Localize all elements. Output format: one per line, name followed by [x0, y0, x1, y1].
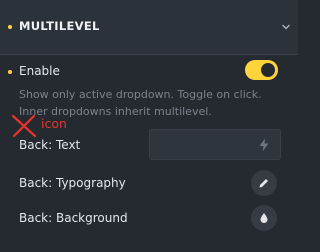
- pencil-icon: [259, 179, 268, 188]
- annotation-label: icon: [41, 116, 67, 131]
- back-typography-label: Back: Typography: [19, 176, 126, 190]
- back-text-input[interactable]: [149, 129, 281, 160]
- back-background-button[interactable]: [251, 205, 277, 231]
- back-background-label: Back: Background: [19, 211, 128, 225]
- modified-indicator: [8, 70, 12, 74]
- chevron-down-icon[interactable]: [281, 22, 291, 32]
- multilevel-panel: MULTILEVEL Enable Show only active dropd…: [0, 0, 298, 252]
- section-title: MULTILEVEL: [19, 19, 100, 33]
- back-text-label: Back: Text: [19, 138, 81, 152]
- enable-toggle[interactable]: [245, 60, 278, 80]
- drop-icon: [260, 213, 268, 223]
- modified-indicator: [8, 25, 12, 29]
- enable-label: Enable: [19, 64, 60, 78]
- toggle-knob: [261, 63, 275, 77]
- bolt-icon[interactable]: [258, 138, 270, 152]
- x-mark-icon: [11, 114, 37, 138]
- section-header[interactable]: MULTILEVEL: [0, 0, 298, 55]
- back-typography-button[interactable]: [251, 170, 277, 196]
- enable-help-text: Show only active dropdown. Toggle on cli…: [19, 88, 262, 118]
